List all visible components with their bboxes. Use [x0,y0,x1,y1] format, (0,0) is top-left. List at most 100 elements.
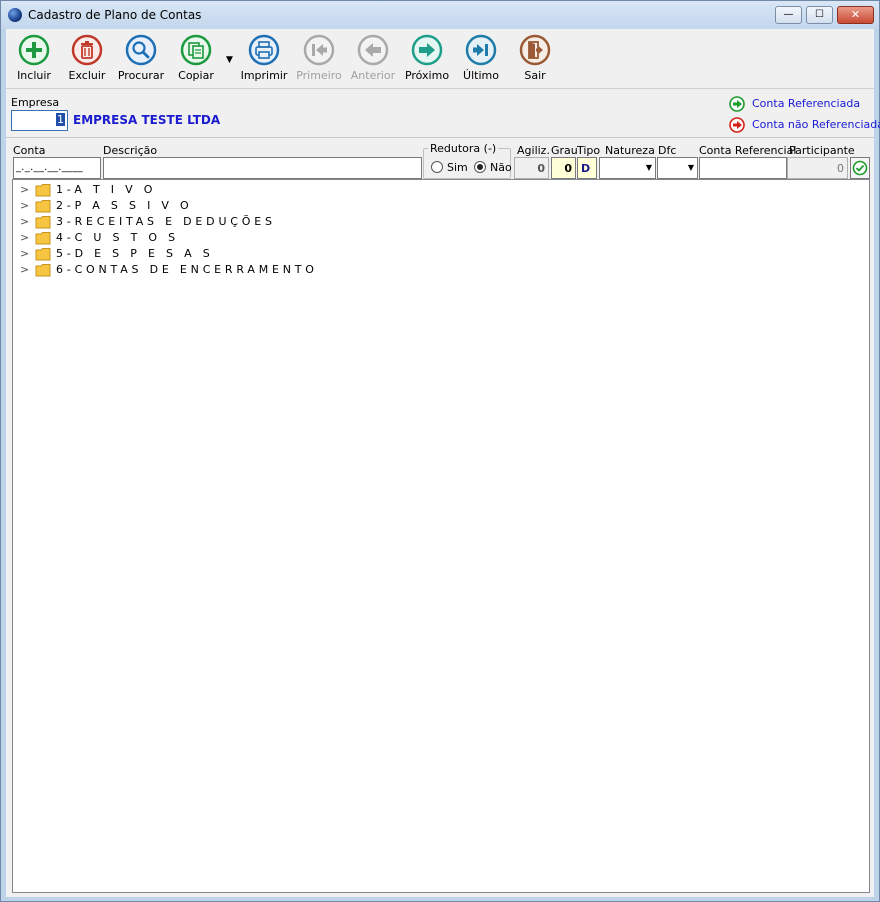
main-window: Cadastro de Plano de Contas — ☐ ✕ Inclui… [0,0,880,902]
descricao-input[interactable] [103,157,422,179]
expand-chevron-icon[interactable]: > [20,263,29,276]
copiar-dropdown-icon[interactable]: ▼ [226,55,233,65]
sair-label: Sair [524,69,546,82]
procurar-label: Procurar [117,69,165,82]
nao-referenciada-label: Conta não Referenciada [752,118,880,131]
window-title: Cadastro de Plano de Contas [28,8,202,22]
client-area: Incluir Excluir Procurar Copiar ▼ Imprim… [6,29,880,897]
exit-door-icon [519,34,551,66]
tipo-label: Tipo [577,144,601,157]
grau-value: 0 [564,162,572,175]
descricao-label: Descrição [103,144,158,157]
imprimir-button[interactable]: Imprimir [236,33,292,87]
expand-chevron-icon[interactable]: > [20,199,29,212]
participante-value: 0 [837,162,844,175]
tipo-field[interactable]: D [577,157,597,179]
trash-icon [71,34,103,66]
conta-input[interactable]: _._.__.__.____ [13,157,101,179]
previous-arrow-icon [357,34,389,66]
dfc-chevron-down-icon: ▼ [687,163,694,172]
last-record-icon [465,34,497,66]
tree-item-label: 4-C U S T O S [56,231,179,244]
folder-icon [35,248,51,261]
primeiro-button[interactable]: Primeiro [291,33,347,87]
tree-item-label: 1-A T I V O [56,183,157,196]
proximo-button[interactable]: Próximo [399,33,455,87]
title-bar[interactable]: Cadastro de Plano de Contas — ☐ ✕ [1,1,879,29]
referenciada-label: Conta Referenciada [752,97,861,110]
empresa-panel: Empresa 1 EMPRESA TESTE LTDA Conta Refer… [6,92,880,138]
expand-chevron-icon[interactable]: > [20,215,29,228]
agiliz-value: 0 [537,162,545,175]
red-arrow-icon [729,117,745,133]
folder-icon [35,184,51,197]
folder-icon [35,264,51,277]
empresa-code-value: 1 [56,113,65,126]
incluir-button[interactable]: Incluir [6,33,62,87]
anterior-label: Anterior [350,69,396,82]
excluir-label: Excluir [68,69,106,82]
redutora-sim-label: Sim [447,161,468,174]
redutora-nao-label: Não [490,161,512,174]
anterior-button[interactable]: Anterior [345,33,401,87]
participante-field: 0 [787,157,848,179]
expand-chevron-icon[interactable]: > [20,231,29,244]
expand-chevron-icon[interactable]: > [20,183,29,196]
folder-icon [35,232,51,245]
natureza-chevron-down-icon: ▼ [645,163,652,172]
account-tree[interactable]: > 1-A T I V O > 2-P A S S I V O > 3-RECE… [12,179,870,893]
copiar-button[interactable]: Copiar [168,33,224,87]
company-name: EMPRESA TESTE LTDA [73,113,221,127]
dfc-select[interactable]: ▼ [657,157,698,179]
incluir-label: Incluir [17,69,51,82]
green-arrow-icon [729,96,745,112]
maximize-button[interactable]: ☐ [806,6,833,24]
procurar-button[interactable]: Procurar [113,33,169,87]
ultimo-label: Último [463,69,499,82]
natureza-label: Natureza [605,144,655,157]
redutora-label: Redutora (-) [428,142,499,155]
ultimo-button[interactable]: Último [453,33,509,87]
minimize-button[interactable]: — [775,6,802,24]
sair-button[interactable]: Sair [507,33,563,87]
excluir-button[interactable]: Excluir [59,33,115,87]
grau-label: Grau [551,144,578,157]
folder-icon [35,216,51,229]
folder-icon [35,200,51,213]
empresa-label: Empresa [11,96,60,109]
natureza-select[interactable]: ▼ [599,157,656,179]
agiliz-label: Agiliz. [517,144,550,157]
confirm-button[interactable] [850,157,870,179]
primeiro-label: Primeiro [296,69,342,82]
tree-item-label: 6-CONTAS DE ENCERRAMENTO [56,263,318,276]
expand-chevron-icon[interactable]: > [20,247,29,260]
copiar-label: Copiar [178,69,214,82]
agiliz-field: 0 [514,157,549,179]
close-button[interactable]: ✕ [837,6,874,24]
redutora-groupbox: Redutora (-) Sim Não [423,142,512,179]
check-circle-icon [852,160,868,176]
tipo-value: D [581,162,591,175]
first-record-icon [303,34,335,66]
conta-referencial-input[interactable] [699,157,787,179]
imprimir-label: Imprimir [240,69,288,82]
tree-item-label: 2-P A S S I V O [56,199,193,212]
conta-mask: _._.__.__.____ [16,162,83,173]
redutora-nao-radio[interactable] [474,161,486,173]
conta-referencial-label: Conta Referencial [699,144,797,157]
add-icon [18,34,50,66]
filter-panel: Conta _._.__.__.____ Descrição Redutora … [6,140,874,180]
empresa-code-field[interactable]: 1 [11,110,68,131]
search-icon [125,34,157,66]
redutora-sim-radio[interactable] [431,161,443,173]
copy-icon [180,34,212,66]
grau-field[interactable]: 0 [551,157,576,179]
tree-item-label: 5-D E S P E S A S [56,247,214,260]
printer-icon [248,34,280,66]
tree-item-label: 3-RECEITAS E DEDUÇÕES [56,215,276,228]
conta-label: Conta [13,144,46,157]
next-arrow-icon [411,34,443,66]
participante-label: Participante [789,144,855,157]
toolbar: Incluir Excluir Procurar Copiar ▼ Imprim… [6,29,874,89]
proximo-label: Próximo [404,69,450,82]
